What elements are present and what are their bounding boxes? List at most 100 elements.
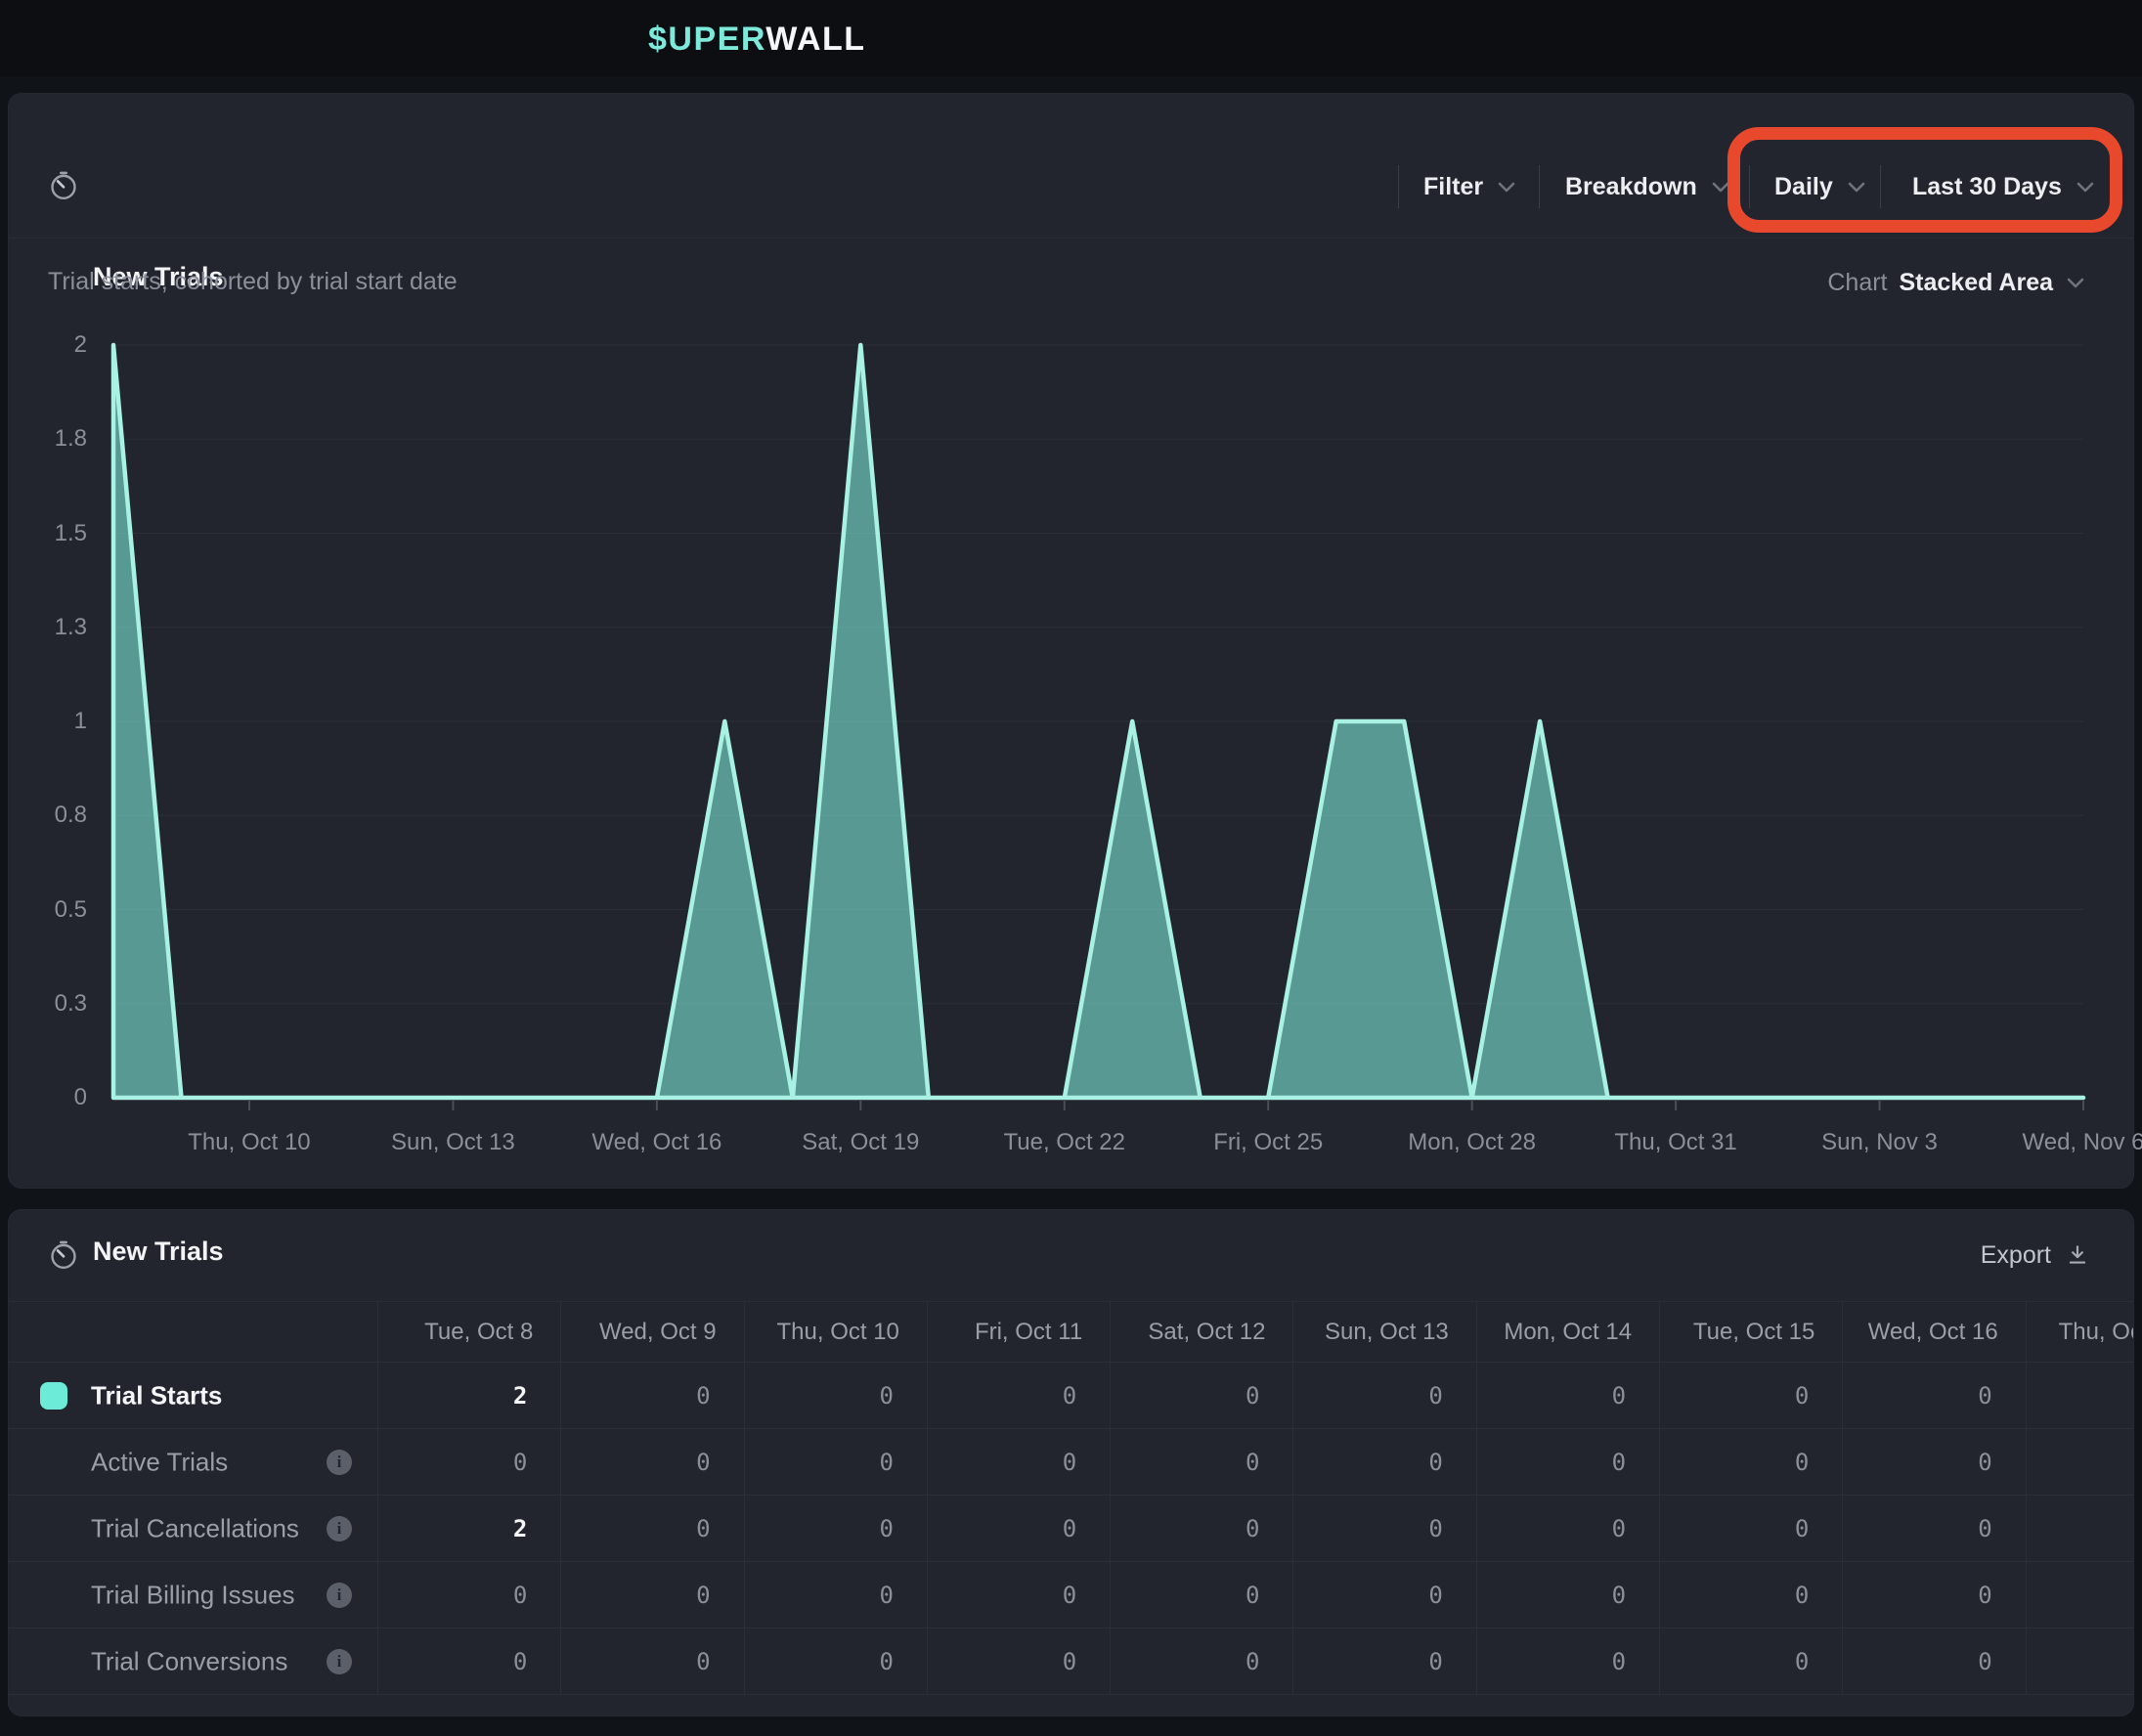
- y-axis-label: 2: [22, 330, 87, 360]
- granularity-dropdown[interactable]: Daily: [1774, 167, 1867, 206]
- table-cell: 0: [927, 1562, 1110, 1628]
- table-cell: 0: [1110, 1562, 1292, 1628]
- row-label-cell: Trial Billing Issuesi: [9, 1562, 377, 1628]
- table-cell: 0: [2026, 1429, 2134, 1495]
- stacked-area-plot: [113, 345, 2083, 1127]
- area-chart-svg: [113, 345, 2083, 1127]
- row-label-cell: Trial Starts: [9, 1363, 377, 1428]
- date-range-dropdown[interactable]: Last 30 Days: [1912, 167, 2096, 206]
- chevron-down-icon: [1496, 181, 1517, 194]
- table-cell: 0: [560, 1429, 743, 1495]
- x-axis-label: Tue, Oct 22: [977, 1128, 1153, 1157]
- breakdown-dropdown[interactable]: Breakdown: [1565, 167, 1731, 206]
- table-cell: 0: [1292, 1363, 1475, 1428]
- x-axis-label: Thu, Oct 10: [161, 1128, 337, 1157]
- chart-subtitle: Trial starts, cohorted by trial start da…: [48, 268, 458, 296]
- info-icon[interactable]: i: [327, 1649, 352, 1674]
- table-cell: 0: [560, 1628, 743, 1694]
- table-cell: 0: [1659, 1363, 1842, 1428]
- table-cell: 0: [2026, 1628, 2134, 1694]
- y-axis-label: 0.8: [22, 801, 87, 830]
- x-axis-label: Wed, Oct 16: [569, 1128, 745, 1157]
- table-cell: 0: [1659, 1429, 1842, 1495]
- row-label-cell: Active Trials i: [9, 1429, 377, 1495]
- row-label-cell: Trial Conversionsi: [9, 1628, 377, 1694]
- chevron-down-icon: [1846, 181, 1867, 194]
- table-title: New Trials: [93, 1237, 224, 1267]
- column-header: Thu, Oct 10: [744, 1302, 927, 1362]
- divider: [1539, 165, 1540, 208]
- y-axis-label: 1: [22, 707, 87, 736]
- timer-icon: [48, 170, 79, 201]
- y-axis-label: 0.5: [22, 895, 87, 925]
- column-header: Sun, Oct 13: [1292, 1302, 1475, 1362]
- table-cell: 0: [560, 1496, 743, 1561]
- table-cell: 0: [2026, 1496, 2134, 1561]
- info-icon[interactable]: i: [327, 1583, 352, 1608]
- table-cell: 0: [927, 1496, 1110, 1561]
- table-cell: 0: [744, 1363, 927, 1428]
- divider: [1398, 165, 1399, 208]
- chart-type-selector[interactable]: Chart Stacked Area: [1827, 266, 2086, 299]
- table-cell: 0: [1476, 1496, 1659, 1561]
- row-label: Trial Cancellations: [91, 1513, 299, 1543]
- table-cell: 0: [1292, 1628, 1475, 1694]
- column-header: Wed, Oct 16: [1842, 1302, 2025, 1362]
- table-cell: 0: [377, 1562, 560, 1628]
- y-axis-label: 1.8: [22, 424, 87, 454]
- table-cell: 0: [1110, 1628, 1292, 1694]
- table-header-row: Tue, Oct 8Wed, Oct 9Thu, Oct 10Fri, Oct …: [9, 1302, 2134, 1363]
- export-button[interactable]: Export: [1981, 1237, 2090, 1274]
- logo-suffix: WALL: [765, 21, 865, 58]
- column-header: Wed, Oct 9: [560, 1302, 743, 1362]
- row-label: Active Trials: [91, 1447, 228, 1477]
- chart-type-value: Stacked Area: [1900, 269, 2054, 297]
- column-header: Mon, Oct 14: [1476, 1302, 1659, 1362]
- filter-dropdown[interactable]: Filter: [1423, 167, 1517, 206]
- x-axis-label: Sat, Oct 19: [772, 1128, 948, 1157]
- info-icon[interactable]: i: [327, 1450, 352, 1475]
- app-root: $UPERWALL New Trials Filter Breakdown D: [0, 0, 2142, 1736]
- chart-card-header: New Trials Filter Breakdown Daily Last 3…: [9, 94, 2133, 239]
- x-axis-label: Thu, Oct 31: [1588, 1128, 1764, 1157]
- new-trials-table-card: New Trials Export Tue, Oct 8Wed, Oct 9Th…: [8, 1209, 2134, 1716]
- table-cell: 0: [1476, 1363, 1659, 1428]
- filter-label: Filter: [1423, 173, 1483, 201]
- chart-type-label: Chart: [1827, 269, 1887, 297]
- table-cell: 0: [927, 1628, 1110, 1694]
- superwall-logo[interactable]: $UPERWALL: [648, 21, 866, 59]
- divider: [1880, 165, 1881, 208]
- table-cell: 0: [1110, 1363, 1292, 1428]
- table-row: Trial Cancellationsi2000000000: [9, 1496, 2134, 1562]
- table-cell: 0: [744, 1429, 927, 1495]
- table-cell: 0: [1292, 1562, 1475, 1628]
- info-icon[interactable]: i: [327, 1516, 352, 1541]
- breakdown-label: Breakdown: [1565, 173, 1697, 201]
- table-row: Trial Billing Issuesi0000000000: [9, 1562, 2134, 1628]
- table-cell: 0: [2026, 1562, 2134, 1628]
- column-header: Tue, Oct 15: [1659, 1302, 1842, 1362]
- table-cell: 0: [927, 1429, 1110, 1495]
- table-cell: 0: [1476, 1429, 1659, 1495]
- row-label: Trial Starts: [91, 1380, 222, 1410]
- chevron-down-icon: [2075, 181, 2096, 194]
- column-header: Thu, Oct 17: [2026, 1302, 2134, 1362]
- column-header: Tue, Oct 8: [377, 1302, 560, 1362]
- new-trials-chart-card: New Trials Filter Breakdown Daily Last 3…: [8, 93, 2134, 1189]
- top-navigation-bar: $UPERWALL: [0, 0, 2142, 76]
- table-cell: 0: [1842, 1363, 2025, 1428]
- x-axis-label: Sun, Oct 13: [365, 1128, 541, 1157]
- y-axis-label: 0: [22, 1083, 87, 1112]
- table-cell: 0: [377, 1429, 560, 1495]
- table-cell: 0: [1842, 1562, 2025, 1628]
- table-cell: 0: [1842, 1429, 2025, 1495]
- y-axis-label: 0.3: [22, 989, 87, 1019]
- x-axis-label: Sun, Nov 3: [1792, 1128, 1968, 1157]
- timer-icon: [48, 1239, 79, 1271]
- table-row: Active Trialsi0000000000: [9, 1429, 2134, 1496]
- x-axis-label: Mon, Oct 28: [1384, 1128, 1560, 1157]
- table-row: Trial Conversionsi0000000000: [9, 1628, 2134, 1695]
- divider: [1749, 165, 1750, 208]
- granularity-label: Daily: [1774, 173, 1833, 201]
- x-axis-label: Wed, Nov 6: [1995, 1128, 2142, 1157]
